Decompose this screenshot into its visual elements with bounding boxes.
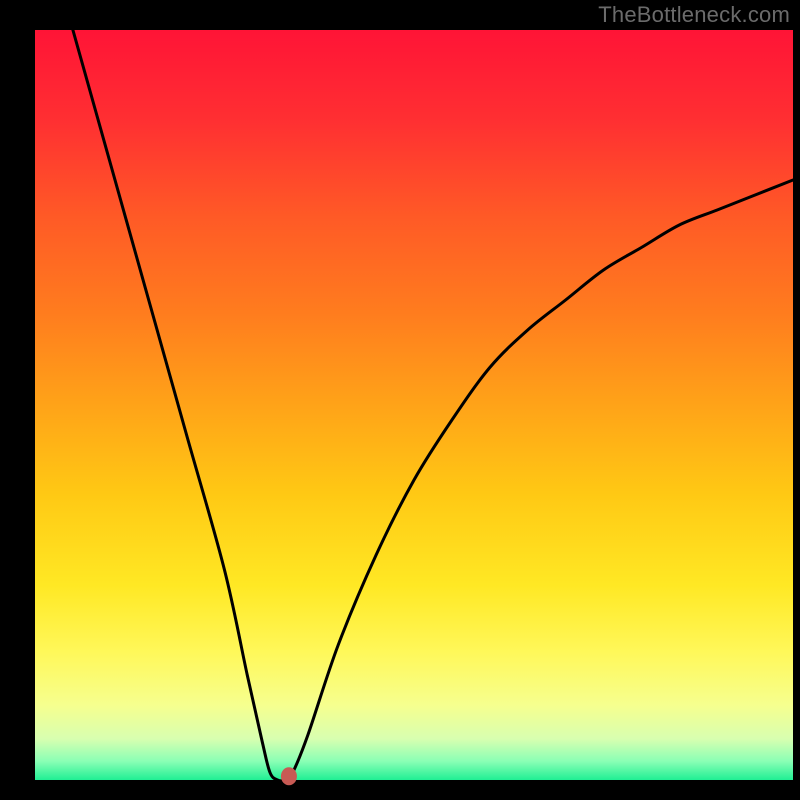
chart-svg bbox=[0, 0, 800, 800]
chart-frame: TheBottleneck.com bbox=[0, 0, 800, 800]
plot-background bbox=[35, 30, 793, 780]
marker-dot bbox=[281, 767, 297, 785]
watermark-label: TheBottleneck.com bbox=[598, 2, 790, 28]
